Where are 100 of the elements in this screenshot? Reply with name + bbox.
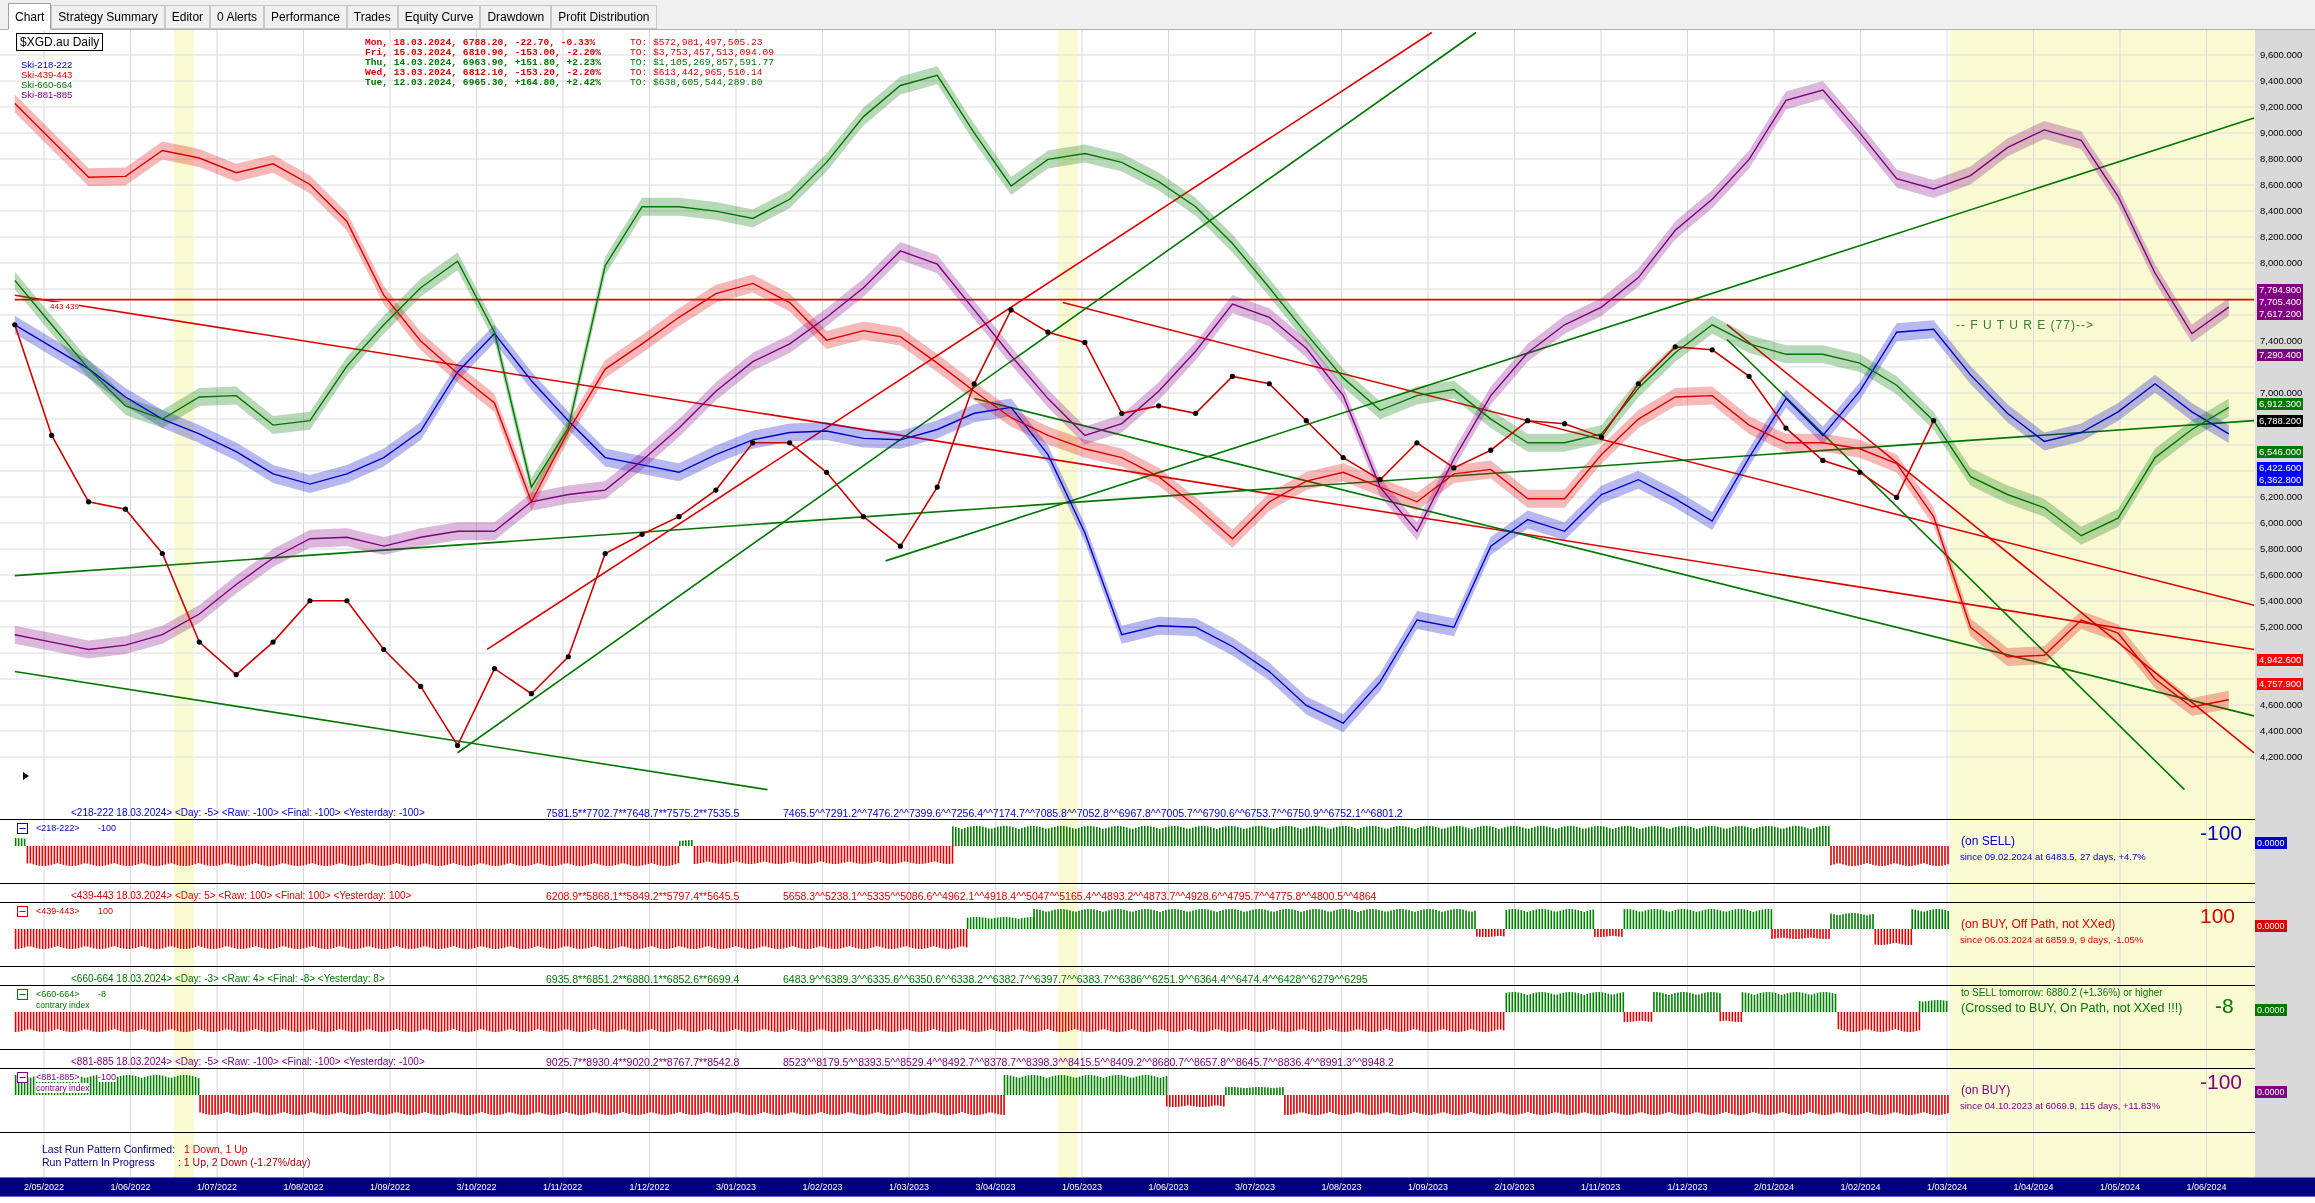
pattern-label: Run Pattern In Progress (42, 1156, 155, 1168)
indicator-note: contrary index (36, 1083, 90, 1093)
value-sequence: 6483.9^^6389.3^^6335.6^^6350.6^^6338.2^^6382.7^^6397.7^^6383.7^^6386^^6251.9^^6364.4^^6474.4^^6428^^6279^^6295 (783, 973, 1368, 985)
value-sequence: 6208.9**5868.1**5849.2**5797.4**5645.5 (546, 890, 740, 902)
price-tag: 6,422.600 (2257, 462, 2304, 475)
status-text: (on BUY) (1961, 1083, 2011, 1097)
tab[interactable]: Equity Curve (397, 5, 481, 29)
legend-label: Ski-439-443 (21, 70, 73, 80)
value-sequence: 9025.7**8930.4**9020.2**8767.7**8542.8 (546, 1056, 740, 1068)
date-label: 3/10/2022 (456, 1181, 497, 1194)
axis-label: 5,200.000 (2260, 621, 2303, 633)
date-label: 1/04/2024 (2013, 1181, 2054, 1194)
tab[interactable]: Profit Distribution (551, 5, 657, 29)
date-label: 1/09/2023 (1408, 1181, 1449, 1194)
future-label: -- F U T U R E (77)--> (1956, 318, 2094, 332)
pattern-value: 1 Down, 1 Up (184, 1143, 248, 1155)
axis-label: 9,000.000 (2260, 127, 2303, 139)
price-tag: 4,942.600 (2257, 654, 2304, 667)
date-label: 1/05/2023 (1062, 1181, 1103, 1194)
price-tag: 4,757.900 (2257, 678, 2304, 691)
value-box: 0.0000 (2255, 1004, 2287, 1016)
collapse-icon[interactable] (17, 989, 28, 1000)
date-label: 1/03/2024 (1927, 1181, 1968, 1194)
panel-header: <660-664 18.03.2024> <Day: -3> <Raw: 4> <Final: -8> <Yesterday: 8> (71, 973, 385, 985)
axis-label: 9,400.000 (2260, 75, 2303, 87)
indicator-name: <439-443> (36, 906, 80, 916)
tab[interactable]: Performance (264, 5, 347, 29)
pattern-value: : 1 Up, 2 Down (-1.27%/day) (178, 1156, 311, 1168)
axis-label: 8,400.000 (2260, 205, 2303, 217)
axis-label: 8,600.000 (2260, 179, 2303, 191)
quote-text: Fri, 15.03.2024, 6810.90, -153.00, -2.20% (365, 48, 602, 58)
axis-label: 9,200.000 (2260, 101, 2303, 113)
legend-label: Ski-660-664 (21, 80, 73, 90)
indicator-value: -100 (98, 823, 116, 833)
tab[interactable]: 0 Alerts (210, 5, 265, 29)
turnover-text: TO: $1,105,269,857,591.77 (630, 58, 774, 68)
panel-header: <439-443 18.03.2024> <Day: 5> <Raw: 100> <Final: 100> <Yesterday: 100> (71, 890, 412, 902)
axis-label: 5,400.000 (2260, 595, 2303, 607)
panel-header: <218-222 18.03.2024> <Day: -5> <Raw: -100> <Final: -100> <Yesterday: -100> (71, 807, 425, 819)
indicator-name: <218-222> (36, 823, 80, 833)
pattern-label: Last Run Pattern Confirmed: (42, 1143, 176, 1155)
axis-label: 8,200.000 (2260, 231, 2303, 243)
axis-label: 4,600.000 (2260, 699, 2303, 711)
axis-label: 5,800.000 (2260, 543, 2303, 555)
quote-text: Tue, 12.03.2024, 6965.30, +164.80, +2.42% (365, 78, 602, 88)
price-tag: 7,794.900 (2257, 283, 2304, 296)
axis-label: 6,200.000 (2260, 491, 2303, 503)
value-sequence: 5658.3^^5238.1^^5335^^5086.6^^4962.1^^4918.4^^5047^^5165.4^^4893.2^^4873.7^^4928.6^^4795.7^^4775.8^^4800.5^^4864 (783, 890, 1377, 902)
price-tag: 6,788.200 (2257, 414, 2304, 427)
tab[interactable]: Chart (8, 3, 52, 30)
score-value: 100 (2200, 904, 2236, 928)
quote-text: Mon, 18.03.2024, 6788.20, -22.70, -0.33% (365, 38, 596, 48)
date-label: 1/08/2023 (1321, 1181, 1362, 1194)
score-value: -8 (2215, 994, 2234, 1018)
legend-label: Ski-881-885 (21, 90, 73, 100)
collapse-icon[interactable] (17, 823, 28, 834)
status-text: (on SELL) (1961, 834, 2016, 848)
price-tag: 7,290.400 (2257, 349, 2304, 362)
date-label: 1/06/2023 (1148, 1181, 1189, 1194)
line-label: 443 439 (50, 302, 79, 311)
tab[interactable]: Strategy Summary (51, 5, 165, 29)
date-label: 1/06/2022 (110, 1181, 151, 1194)
date-label: 2/05/2022 (24, 1181, 65, 1194)
date-label: 3/01/2023 (716, 1181, 757, 1194)
advice-text: to SELL tomorrow: 6880.2 (+1.36%) or higher (1961, 987, 2163, 999)
since-text: since 04.10.2023 at 6069.9, 115 days, +11.83% (1960, 1100, 2161, 1111)
date-label: 1/12/2023 (1667, 1181, 1708, 1194)
quote-text: Thu, 14.03.2024, 6963.90, +151.80, +2.23% (365, 58, 602, 68)
date-label: 1/11/2022 (543, 1181, 583, 1194)
price-tag: 6,362.800 (2257, 474, 2304, 487)
tab[interactable]: Trades (346, 5, 398, 29)
date-label: 1/02/2023 (802, 1181, 843, 1194)
date-label: 1/03/2023 (889, 1181, 930, 1194)
value-sequence: 7465.5^^7291.2^^7476.2^^7399.6^^7256.4^^7174.7^^7085.8^^7052.8^^6967.8^^7005.7^^6790.6^^6753.7^^6750.9^^6752.1^^6801.2 (783, 807, 1403, 819)
indicator-value: -100 (98, 1072, 116, 1082)
indicator-value: -8 (98, 989, 106, 999)
date-label: 3/04/2023 (975, 1181, 1016, 1194)
indicator-value: 100 (98, 906, 114, 916)
collapse-icon[interactable] (17, 906, 28, 917)
legend-label: Ski-218-222 (21, 60, 73, 70)
axis-label: 9,600.000 (2260, 49, 2303, 61)
date-label: 3/07/2023 (1235, 1181, 1276, 1194)
value-sequence: 8523^^8179.5^^8393.5^^8529.4^^8492.7^^8378.7^^8398.3^^8415.5^^8409.2^^8680.7^^8657.8^^8645.7^^8836.4^^8991.3^^8948.2 (783, 1056, 1394, 1068)
axis-label: 5,600.000 (2260, 569, 2303, 581)
axis-label: 7,400.000 (2260, 335, 2303, 347)
quote-text: Wed, 13.03.2024, 6812.10, -153.20, -2.20% (365, 68, 602, 78)
axis-label: 4,200.000 (2260, 751, 2303, 763)
score-value: -100 (2200, 1070, 2243, 1094)
tab[interactable]: Drawdown (480, 5, 552, 29)
axis-label: 7,000.000 (2260, 387, 2303, 399)
collapse-icon[interactable] (17, 1072, 28, 1083)
symbol-label: $XGD.au Daily (16, 33, 104, 51)
since-text: since 06.03.2024 at 6859.9, 9 days, -1.05% (1960, 934, 2144, 945)
since-text: since 09.02.2024 at 6483.5, 27 days, +4.7% (1960, 851, 2146, 862)
indicator-note: contrary index (36, 1000, 90, 1010)
date-label: 1/08/2022 (283, 1181, 324, 1194)
value-sequence: 7581.5**7702.7**7648.7**7575.2**7535.5 (546, 807, 740, 819)
tab[interactable]: Editor (164, 5, 211, 29)
date-label: 1/02/2024 (1840, 1181, 1881, 1194)
status-text: (Crossed to BUY, On Path, not XXed !!!) (1961, 1001, 2183, 1016)
